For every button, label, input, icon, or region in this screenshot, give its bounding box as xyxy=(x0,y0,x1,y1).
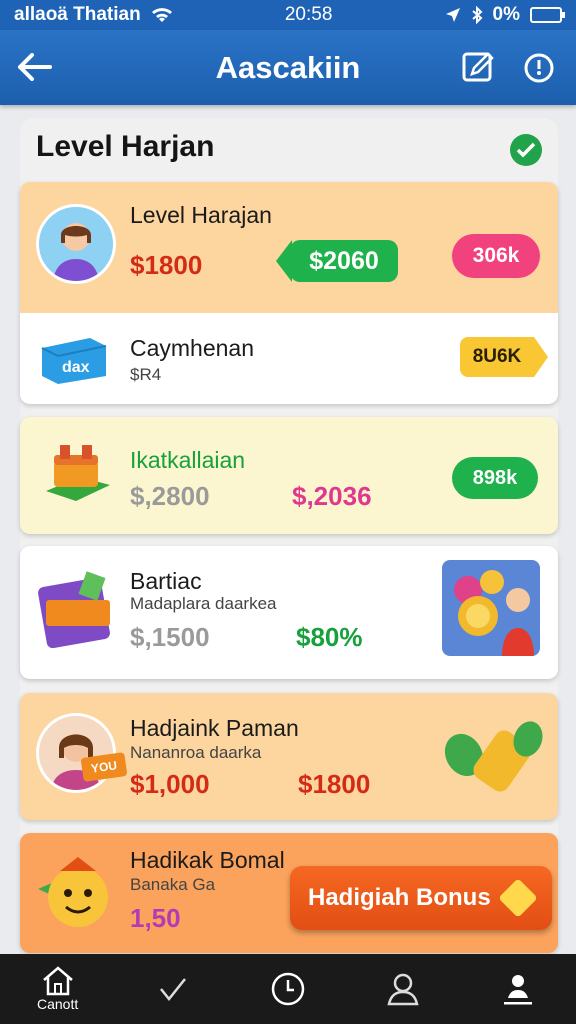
card-price-alt: $,2036 xyxy=(292,481,372,511)
card-price: $,1500 xyxy=(130,622,210,652)
reward-card[interactable]: YOU Hadjaink Paman Nananroa daarka $1,00… xyxy=(20,693,558,820)
edit-button[interactable] xyxy=(458,46,500,88)
card-price-alt: $1800 xyxy=(298,769,371,799)
card-price: 1,50 xyxy=(130,903,181,933)
timer-icon xyxy=(524,53,554,83)
panel-title: Level Harjan xyxy=(36,130,215,163)
coins-illustration xyxy=(442,560,540,656)
page-title: Aascakiin xyxy=(215,49,361,85)
card-price: $,2800 xyxy=(130,481,210,511)
wifi-icon xyxy=(151,8,172,22)
avatar-badge: YOU xyxy=(80,752,128,782)
home-icon xyxy=(42,966,73,996)
person-icon xyxy=(504,975,533,1005)
carrier-text: allaoä Thatian xyxy=(14,4,141,25)
check-mark-icon xyxy=(159,978,186,1002)
user-icon xyxy=(387,973,419,1006)
card-title: Hadjaink Paman xyxy=(130,715,299,741)
card-title: Level Harajan xyxy=(130,202,272,228)
bonus-button-label: Hadigiah Bonus xyxy=(308,884,491,911)
clock-text: 20:58 xyxy=(284,4,333,25)
nav-profile[interactable] xyxy=(363,954,443,1024)
back-button[interactable] xyxy=(14,46,56,88)
timer-button[interactable] xyxy=(518,46,560,88)
card-title: Bartiac xyxy=(130,568,202,594)
discount-pill[interactable]: 306k xyxy=(452,234,540,278)
promo-card[interactable]: Bartiac Madaplara daarkea $,1500 $80% xyxy=(20,546,558,679)
card-subtitle: Banaka Ga xyxy=(130,875,216,894)
level-card[interactable]: Level Harajan $1800 $2060 306k dax Caymh… xyxy=(20,182,558,404)
check-icon xyxy=(510,134,542,166)
diamond-icon xyxy=(498,878,538,918)
battery-percent: 0% xyxy=(492,4,520,25)
edit-icon xyxy=(462,52,494,82)
card-title: Caymhenan xyxy=(130,335,255,361)
smiley-icon xyxy=(34,849,124,935)
badge-tag[interactable]: 8U6K xyxy=(460,337,548,377)
bonus-button[interactable]: Hadigiah Bonus xyxy=(290,866,552,930)
nav-check[interactable] xyxy=(133,954,213,1024)
avatar xyxy=(36,713,116,793)
wallet-icon xyxy=(38,568,116,649)
clock-icon xyxy=(271,972,305,1006)
bottom-nav: Canott xyxy=(0,954,576,1024)
card-subtitle: Nananroa daarka xyxy=(130,743,262,762)
discount-pill[interactable]: 898k xyxy=(452,457,538,499)
status-bar: allaoä Thatian 20:58 0% xyxy=(0,0,576,30)
card-title: Ikatkallaian xyxy=(130,447,246,473)
money-illustration xyxy=(442,715,546,801)
card-subtitle: $R4 xyxy=(130,365,162,384)
nav-history[interactable] xyxy=(248,954,328,1024)
box-icon-label: dax xyxy=(62,359,90,376)
nav-home-label: Canott xyxy=(36,996,79,1012)
gift-cart-icon xyxy=(42,441,114,505)
box-icon: dax xyxy=(38,334,110,386)
back-arrow-icon xyxy=(18,53,52,81)
nav-home[interactable]: Canott xyxy=(18,954,98,1024)
offer-card[interactable]: Ikatkallaian $,2800 $,2036 898k xyxy=(20,417,558,534)
card-title: Hadikak Bomal xyxy=(130,847,285,873)
price-tag[interactable]: $2060 xyxy=(276,240,398,282)
card-subtitle: Madaplara daarkea xyxy=(130,594,277,613)
avatar xyxy=(36,204,116,284)
app-bar: Aascakiin xyxy=(0,30,576,105)
card-price: $1800 xyxy=(130,250,203,280)
card-price-alt: $80% xyxy=(296,622,363,652)
nav-account[interactable] xyxy=(478,954,558,1024)
battery-icon xyxy=(530,7,565,23)
bluetooth-icon xyxy=(471,6,482,24)
card-price: $1,000 xyxy=(130,769,210,799)
location-icon xyxy=(445,8,460,22)
